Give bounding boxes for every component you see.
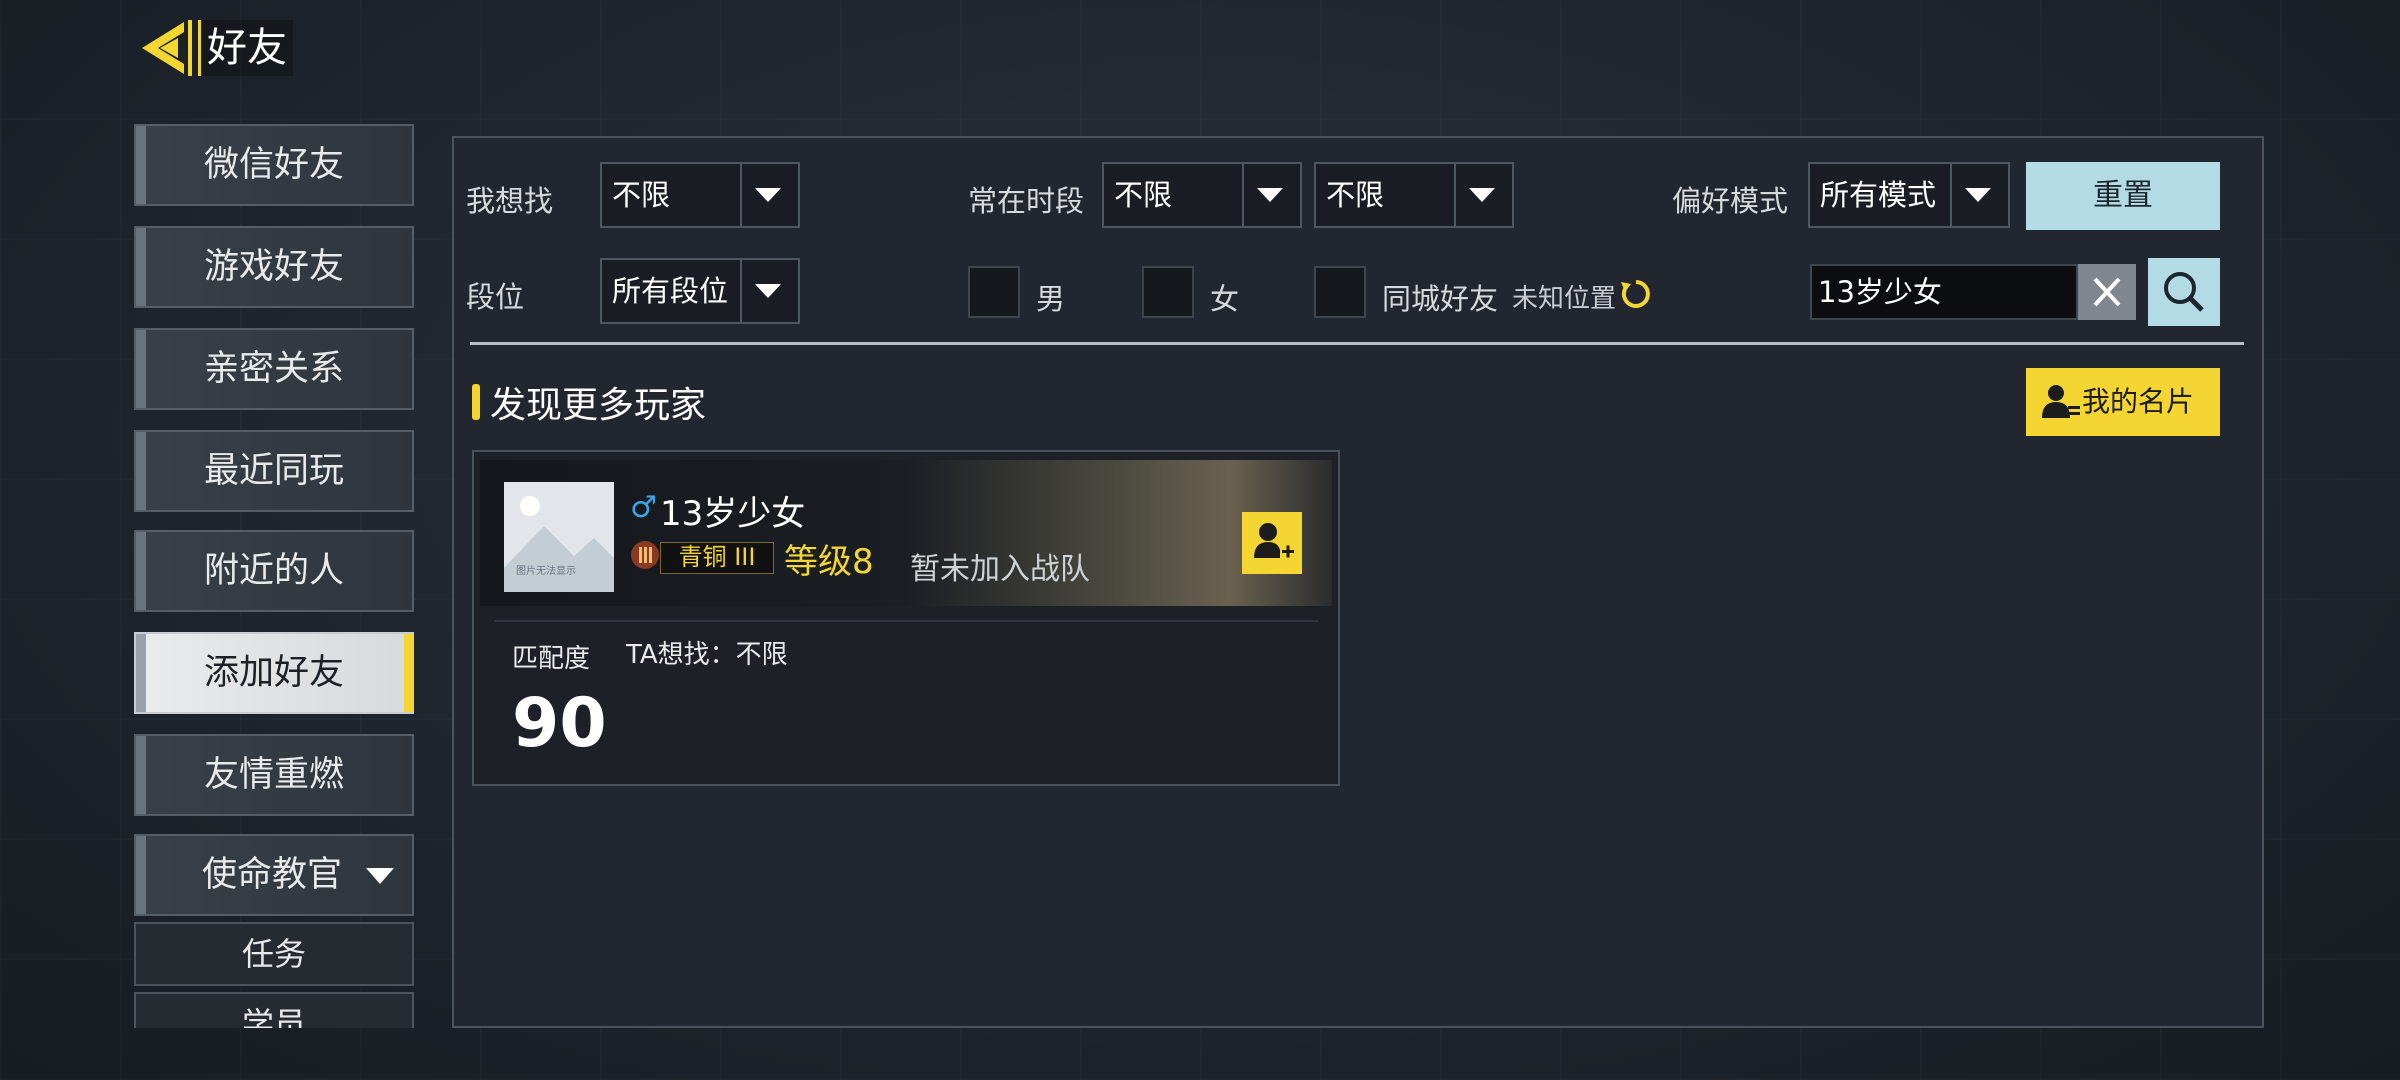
search-icon bbox=[2164, 272, 2204, 312]
sidebar: 微信好友 游戏好友 亲密关系 最近同玩 附近的人 添加好友 友情重燃 使命教官 … bbox=[0, 0, 430, 1028]
active-time-end-dropdown[interactable]: 不限 bbox=[1314, 162, 1514, 228]
player-wants: TA想找：不限 bbox=[626, 640, 788, 670]
sidebar-item-label: 最近同玩 bbox=[203, 451, 344, 491]
sidebar-subitem-tasks[interactable]: 任务 bbox=[134, 922, 414, 986]
sidebar-item-nearby-people[interactable]: 附近的人 bbox=[134, 530, 414, 612]
player-level: 等级8 bbox=[784, 542, 874, 582]
sidebar-item-game-friends[interactable]: 游戏好友 bbox=[134, 226, 414, 308]
male-icon: ♂ bbox=[630, 490, 657, 525]
search-input-value: 13岁少女 bbox=[1818, 275, 1942, 309]
my-card-label: 我的名片 bbox=[2082, 385, 2195, 418]
add-friend-icon bbox=[1254, 523, 1294, 558]
male-label: 男 bbox=[1036, 282, 1066, 316]
team-status: 暂未加入战队 bbox=[910, 552, 1090, 587]
sidebar-item-label: 使命教官 bbox=[202, 855, 343, 895]
add-friend-button[interactable] bbox=[1242, 512, 1302, 574]
player-avatar: 图片无法显示 bbox=[504, 482, 614, 592]
sidebar-item-wechat-friends[interactable]: 微信好友 bbox=[134, 124, 414, 206]
avatar-alt-text: 图片无法显示 bbox=[516, 566, 576, 577]
dropdown-arrow-icon bbox=[1950, 164, 2008, 226]
female-label: 女 bbox=[1210, 282, 1240, 316]
search-button[interactable] bbox=[2148, 258, 2220, 326]
sidebar-item-recently-played[interactable]: 最近同玩 bbox=[134, 430, 414, 512]
dropdown-arrow-icon bbox=[740, 260, 798, 322]
same-city-label: 同城好友 bbox=[1382, 282, 1499, 316]
id-card-icon bbox=[2042, 385, 2080, 418]
female-checkbox[interactable] bbox=[1142, 266, 1194, 318]
rank-dropdown[interactable]: 所有段位 bbox=[600, 258, 800, 324]
dropdown-value: 不限 bbox=[1326, 178, 1385, 212]
match-label: 匹配度 bbox=[512, 644, 591, 674]
sidebar-item-label: 附近的人 bbox=[203, 551, 344, 591]
section-accent-bar bbox=[472, 384, 480, 420]
sidebar-item-mentor[interactable]: 使命教官 bbox=[134, 834, 414, 916]
sidebar-subitem-label: 学员 bbox=[241, 1005, 306, 1028]
sidebar-item-label: 微信好友 bbox=[203, 145, 344, 185]
refresh-location-button[interactable] bbox=[1620, 278, 1652, 310]
male-checkbox[interactable] bbox=[968, 266, 1020, 318]
rank-emblem-icon bbox=[630, 540, 660, 570]
clear-icon bbox=[2093, 277, 2121, 307]
rank-label: 段位 bbox=[466, 280, 525, 314]
rank-badge: 青铜 III bbox=[660, 542, 774, 574]
preferred-mode-dropdown[interactable]: 所有模式 bbox=[1808, 162, 2010, 228]
active-time-start-dropdown[interactable]: 不限 bbox=[1102, 162, 1302, 228]
clear-search-button[interactable] bbox=[2078, 264, 2136, 320]
section-title: 发现更多玩家 bbox=[490, 385, 707, 426]
sidebar-item-label: 友情重燃 bbox=[203, 755, 344, 795]
sidebar-item-label: 游戏好友 bbox=[203, 247, 344, 287]
sidebar-item-rekindle-friendship[interactable]: 友情重燃 bbox=[134, 734, 414, 816]
dropdown-arrow-icon bbox=[1454, 164, 1512, 226]
sidebar-item-intimate-relations[interactable]: 亲密关系 bbox=[134, 328, 414, 410]
dropdown-value: 不限 bbox=[1114, 178, 1173, 212]
sidebar-subitem-label: 任务 bbox=[241, 935, 306, 973]
reset-button[interactable]: 重置 bbox=[2026, 162, 2220, 230]
sidebar-item-label: 添加好友 bbox=[203, 653, 344, 693]
looking-for-label: 我想找 bbox=[466, 184, 554, 218]
my-card-button[interactable]: 我的名片 bbox=[2026, 368, 2220, 436]
dropdown-value: 所有段位 bbox=[612, 274, 729, 308]
location-text: 未知位置 bbox=[1512, 284, 1617, 314]
sidebar-subitem-students[interactable]: 学员 bbox=[134, 992, 414, 1028]
chevron-down-icon bbox=[366, 868, 394, 884]
match-score: 90 bbox=[512, 684, 607, 763]
player-card-banner: 图片无法显示 ♂ 13岁少女 青铜 III 等级8 暂未加入战队 bbox=[480, 460, 1332, 606]
player-name: 13岁少女 bbox=[660, 494, 806, 534]
player-card[interactable]: 图片无法显示 ♂ 13岁少女 青铜 III 等级8 暂未加入战队 匹配度 TA想… bbox=[472, 450, 1340, 786]
dropdown-value: 不限 bbox=[612, 178, 671, 212]
same-city-checkbox[interactable] bbox=[1314, 266, 1366, 318]
preferred-mode-label: 偏好模式 bbox=[1672, 184, 1789, 218]
refresh-icon bbox=[1621, 280, 1650, 308]
sidebar-item-add-friend[interactable]: 添加好友 bbox=[134, 632, 414, 714]
filter-divider bbox=[470, 342, 2244, 345]
looking-for-dropdown[interactable]: 不限 bbox=[600, 162, 800, 228]
dropdown-value: 所有模式 bbox=[1820, 178, 1937, 212]
active-time-label: 常在时段 bbox=[968, 184, 1085, 218]
dropdown-arrow-icon bbox=[1242, 164, 1300, 226]
card-divider bbox=[494, 620, 1318, 622]
sidebar-item-label: 亲密关系 bbox=[203, 349, 344, 389]
search-input[interactable]: 13岁少女 bbox=[1810, 264, 2078, 320]
dropdown-arrow-icon bbox=[740, 164, 798, 226]
